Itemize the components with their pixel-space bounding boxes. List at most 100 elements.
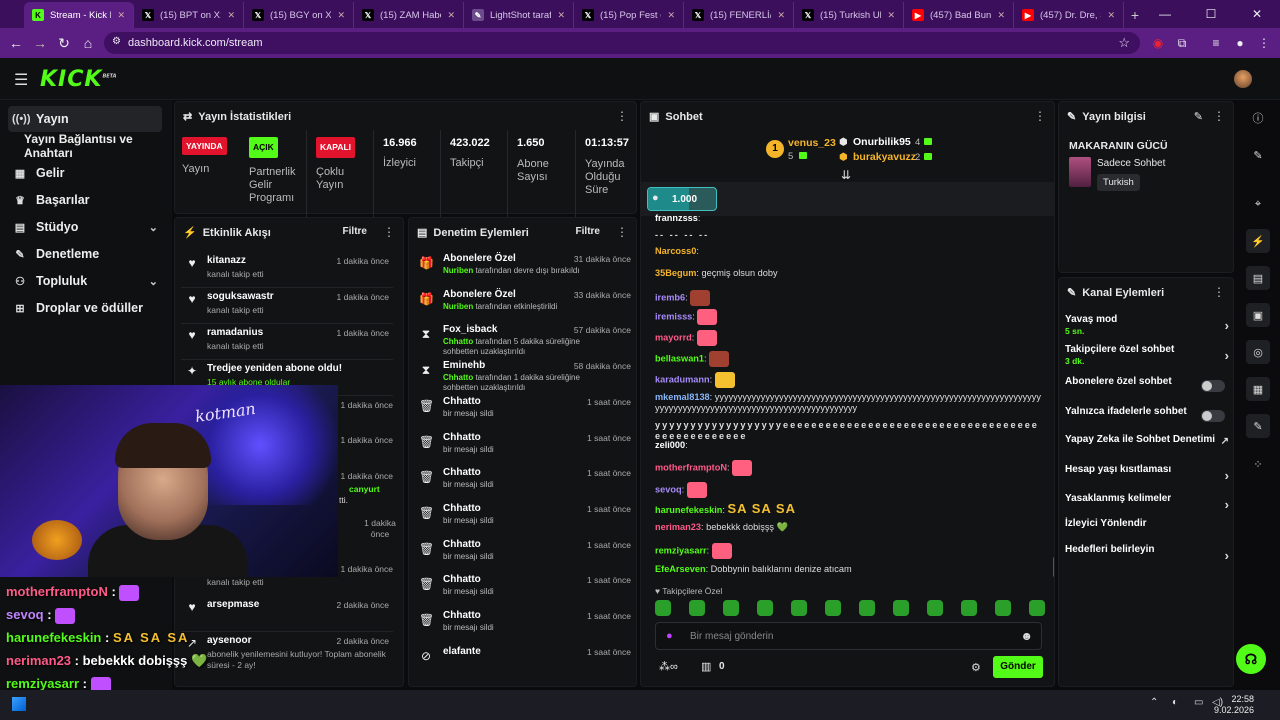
emote-button[interactable]	[689, 600, 705, 616]
browser-tab[interactable]: 𝕏 (15) FENERLİ/CJ on X ✕	[684, 2, 794, 28]
browser-tab[interactable]: K Stream - Kick Dashboard ✕	[24, 2, 134, 28]
chat-username[interactable]: iremisss	[655, 311, 692, 321]
sidebar-item-basarilar[interactable]: ♛ Başarılar	[8, 187, 162, 213]
chat-username[interactable]: harunefekeskin	[655, 505, 722, 515]
clipboard-icon[interactable]: ▤	[1246, 266, 1270, 290]
channel-action-item[interactable]: Hesap yaşı kısıtlaması ›	[1065, 464, 1229, 492]
chat-username[interactable]: iremb6	[655, 292, 685, 302]
chat-username[interactable]: neriman23	[655, 522, 701, 532]
tab-close-icon[interactable]: ✕	[1107, 10, 1115, 21]
browser-tab[interactable]: 𝕏 (15) Turkish Ultras ✕	[794, 2, 904, 28]
tray-chevron-icon[interactable]: ⌃	[1150, 697, 1158, 708]
chat-username[interactable]: mayorrd	[655, 332, 692, 342]
toggle-switch[interactable]	[1201, 410, 1225, 422]
channel-action-item[interactable]: Yavaş mod 5 sn. ›	[1065, 314, 1229, 342]
user-avatar[interactable]	[1234, 70, 1252, 88]
chat-bubble-icon[interactable]: ▣	[1246, 303, 1270, 327]
channel-action-item[interactable]: Abonelere özel sohbet	[1065, 376, 1229, 404]
emote-button[interactable]	[825, 600, 841, 616]
emote-button[interactable]	[961, 600, 977, 616]
broadcast-icon[interactable]: ◎	[1246, 340, 1270, 364]
browser-tab[interactable]: ▶ (457) Dr. Dre, Snoop ✕	[1014, 2, 1124, 28]
browser-tab[interactable]: 𝕏 (15) Pop Fest on X ✕	[574, 2, 684, 28]
extension-icon[interactable]: ◉	[1148, 33, 1168, 53]
focus-icon[interactable]: ⌖	[1246, 192, 1270, 216]
reload-icon[interactable]: ↻	[52, 35, 76, 52]
back-icon[interactable]: ←	[4, 35, 28, 51]
sidebar-item-stream-key[interactable]: Yayın Bağlantısı ve Anahtarı	[8, 132, 162, 160]
channel-action-item[interactable]: Yasaklanmış kelimeler ›	[1065, 493, 1229, 521]
more-options-icon[interactable]: ⋮	[1213, 285, 1225, 299]
moderation-filter-button[interactable]: Filtre	[576, 226, 600, 237]
browser-menu-icon[interactable]: ⋮	[1254, 33, 1274, 53]
browser-tab[interactable]: 𝕏 (15) BPT on X: "Ekr ✕	[134, 2, 244, 28]
system-clock[interactable]: 22:58 9.02.2026	[1214, 694, 1254, 716]
tab-close-icon[interactable]: ✕	[997, 10, 1005, 21]
browser-tab[interactable]: ▶ (457) Bad Bunny ✕	[904, 2, 1014, 28]
channel-action-item[interactable]: Yapay Zeka ile Sohbet Denetimi ↗	[1065, 434, 1229, 462]
minimize-icon[interactable]: —	[1142, 7, 1188, 21]
tab-close-icon[interactable]: ✕	[777, 10, 785, 21]
microphone-icon[interactable]: ●	[666, 630, 673, 642]
top-gifter-name[interactable]: burakyavuzz	[853, 151, 916, 163]
edit-pencil-icon[interactable]: ✎	[1194, 110, 1203, 123]
chat-username[interactable]: remziyasarr	[655, 545, 707, 555]
add-widget-icon[interactable]: ⁘	[1246, 452, 1270, 476]
chat-username[interactable]: mkemal8138	[655, 392, 710, 402]
extensions-puzzle-icon[interactable]: ⧉	[1172, 33, 1192, 53]
chat-username[interactable]: frannzsss	[655, 213, 698, 223]
chat-username[interactable]: motherframptoN	[655, 462, 727, 472]
close-window-icon[interactable]: ✕	[1234, 7, 1280, 21]
chat-username[interactable]: 35Begum	[655, 268, 696, 278]
browser-tab[interactable]: 𝕏 (15) ZAM Haber on X ✕	[354, 2, 464, 28]
emote-button[interactable]	[893, 600, 909, 616]
chat-username[interactable]: sevoq	[655, 484, 682, 494]
profile-icon[interactable]: ●	[1230, 33, 1250, 53]
chat-input[interactable]: ● Bir mesaj gönderin ☻	[655, 622, 1042, 650]
more-options-icon[interactable]: ⋮	[616, 225, 628, 239]
wrench-icon[interactable]: ✎	[1246, 414, 1270, 438]
sidebar-item-gelir[interactable]: ▦ Gelir	[8, 160, 162, 186]
store-icon[interactable]: ▥	[701, 660, 711, 673]
tab-close-icon[interactable]: ✕	[227, 10, 235, 21]
top-gifter-name[interactable]: Onurbilik95	[853, 136, 911, 148]
sidebar-item-denetleme[interactable]: ✎ Denetleme	[8, 241, 162, 267]
emote-button[interactable]	[655, 600, 671, 616]
layout-icon[interactable]: ▦	[1246, 377, 1270, 401]
sidebar-item-yayin[interactable]: ((•)) Yayın	[8, 106, 162, 132]
tab-close-icon[interactable]: ✕	[667, 10, 675, 21]
chat-username[interactable]: zeli000	[655, 440, 685, 450]
toggle-switch[interactable]	[1201, 380, 1225, 392]
settings-gear-icon[interactable]: ⚙	[971, 661, 981, 674]
more-options-icon[interactable]: ⋮	[1213, 109, 1225, 123]
chat-username[interactable]: karadumann	[655, 374, 710, 384]
windows-start-icon[interactable]	[12, 697, 26, 711]
chat-username[interactable]: Narcoss0	[655, 246, 696, 256]
home-icon[interactable]: ⌂	[76, 35, 100, 51]
forward-icon[interactable]: →	[28, 35, 52, 51]
activity-filter-button[interactable]: Filtre	[343, 226, 367, 237]
chat-username[interactable]: bellaswan1	[655, 353, 704, 363]
goal-progress[interactable]: ● 1.000	[647, 187, 717, 211]
tray-network-icon[interactable]: ▭	[1194, 697, 1203, 708]
sidebar-item-droplar[interactable]: ⊞ Droplar ve ödüller	[8, 295, 162, 321]
emote-button[interactable]	[723, 600, 739, 616]
browser-tab[interactable]: ✎ LightShot tarafından ✕	[464, 2, 574, 28]
emote-button[interactable]	[791, 600, 807, 616]
sidebar-item-studyo[interactable]: ▤ Stüdyo ⌄	[8, 214, 162, 240]
menu-icon[interactable]: ☰	[14, 70, 28, 90]
more-options-icon[interactable]: ⋮	[616, 109, 628, 123]
kicks-icon[interactable]: ⁂∞	[659, 660, 678, 673]
top-gifter-name[interactable]: venus_23	[788, 137, 836, 149]
channel-action-item[interactable]: Hedefleri belirleyin ›	[1065, 544, 1229, 572]
expand-icon[interactable]: ⇊	[841, 168, 851, 182]
address-bar[interactable]: ⚙ dashboard.kick.com/stream ☆	[104, 32, 1140, 54]
tab-close-icon[interactable]: ✕	[337, 10, 345, 21]
channel-action-item[interactable]: İzleyici Yönlendir	[1065, 518, 1229, 546]
send-button[interactable]: Gönder	[993, 656, 1043, 678]
more-options-icon[interactable]: ⋮	[383, 225, 395, 239]
emote-button[interactable]	[1029, 600, 1045, 616]
chat-scrollbar[interactable]	[1053, 557, 1054, 577]
more-options-icon[interactable]: ⋮	[1034, 109, 1046, 123]
emote-button[interactable]	[757, 600, 773, 616]
